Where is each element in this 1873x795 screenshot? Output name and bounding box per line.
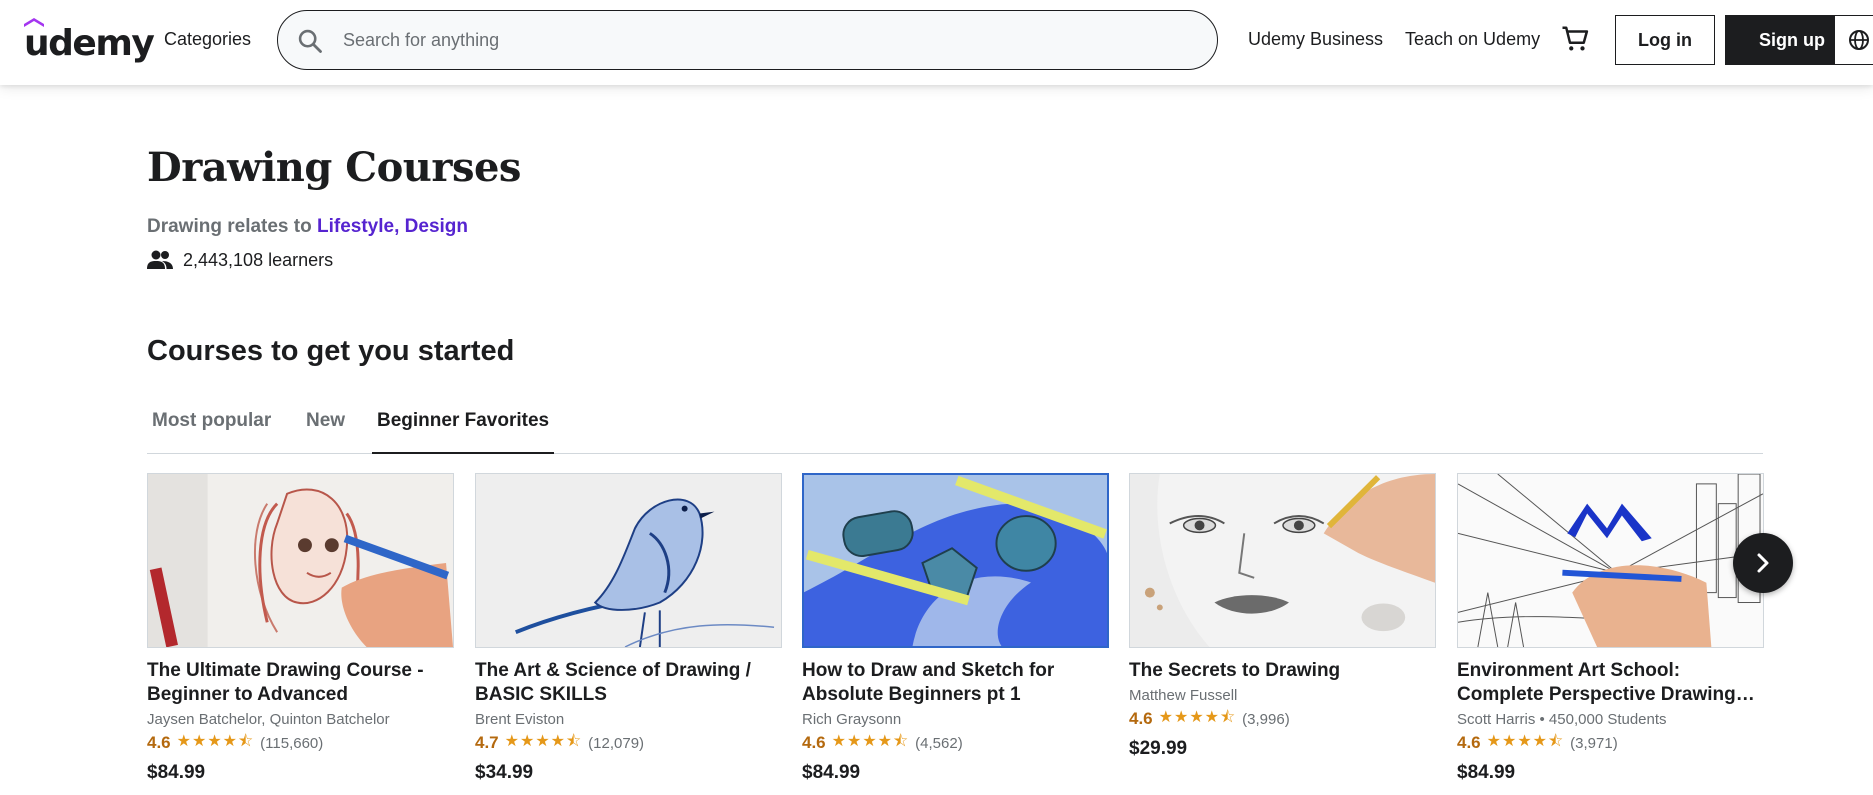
course-rating: 4.6 ★★★★⯪ (3,996) (1129, 706, 1436, 730)
star-rating-icon: ★★★★⯪ (831, 730, 910, 750)
star-rating-icon: ★★★★⯪ (504, 730, 583, 750)
search-icon[interactable] (296, 27, 324, 55)
course-price: $29.99 (1129, 738, 1188, 759)
course-author: Brent Eviston (475, 711, 565, 728)
rating-value: 4.6 (147, 733, 171, 752)
globe-icon (1849, 30, 1869, 50)
course-title[interactable]: The Secrets to Drawing (1129, 659, 1436, 683)
language-button[interactable] (1834, 15, 1873, 65)
learners-text: 2,443,108 learners (183, 249, 334, 270)
logo-hat-icon (24, 18, 44, 27)
search-bar[interactable] (277, 10, 1218, 70)
related-topic-design[interactable]: Design (405, 216, 468, 237)
rating-count: (3,996) (1242, 710, 1290, 728)
course-title[interactable]: Environment Art School: Complete Perspec… (1457, 659, 1764, 707)
rating-value: 4.7 (475, 733, 499, 752)
course-author: Matthew Fussell (1129, 687, 1238, 704)
learners-count: 2,443,108 learners (147, 249, 333, 271)
course-thumbnail[interactable] (475, 473, 782, 648)
chevron-right-icon (1757, 553, 1769, 573)
page-title: Drawing Courses (147, 144, 521, 191)
section-title: Courses to get you started (147, 335, 515, 367)
related-topic-lifestyle[interactable]: Lifestyle (317, 216, 394, 237)
relates-prefix: Drawing relates to (147, 216, 312, 237)
course-card[interactable]: The Ultimate Drawing Course - Beginner t… (147, 473, 454, 784)
star-rating-icon: ★★★★⯪ (1486, 730, 1565, 750)
rating-value: 4.6 (1457, 733, 1481, 752)
course-title[interactable]: How to Draw and Sketch for Absolute Begi… (802, 659, 1109, 707)
rating-count: (3,971) (1570, 734, 1618, 752)
people-icon (147, 250, 173, 269)
relates-to-line: Drawing relates to Lifestyle, Design (147, 216, 469, 237)
course-thumbnail[interactable] (147, 473, 454, 648)
course-tabs: Most popular New Beginner Favorites (147, 400, 1763, 454)
course-rating: 4.7 ★★★★⯪ (12,079) (475, 730, 782, 754)
rating-count: (12,079) (588, 734, 645, 752)
course-price: $34.99 (475, 762, 534, 783)
course-thumbnail[interactable] (802, 473, 1109, 648)
course-rating: 4.6 ★★★★⯪ (4,562) (802, 730, 1109, 754)
search-input[interactable] (343, 11, 1203, 69)
tab-beginner-favorites[interactable]: Beginner Favorites (372, 400, 555, 454)
top-header: udemy Categories Udemy Business Teach on… (0, 0, 1873, 85)
star-rating-icon: ★★★★⯪ (176, 730, 255, 750)
teach-on-udemy-link[interactable]: Teach on Udemy (1405, 29, 1540, 50)
udemy-business-link[interactable]: Udemy Business (1248, 29, 1383, 50)
course-author: Rich Graysonn (802, 711, 902, 728)
tab-new[interactable]: New (301, 400, 350, 454)
course-rating: 4.6 ★★★★⯪ (3,971) (1457, 730, 1764, 754)
course-card[interactable]: How to Draw and Sketch for Absolute Begi… (802, 473, 1109, 784)
carousel-next-button[interactable] (1733, 533, 1793, 593)
course-author: Scott Harris • 450,000 Students (1457, 711, 1667, 728)
star-rating-icon: ★★★★⯪ (1158, 706, 1237, 726)
login-button[interactable]: Log in (1615, 15, 1715, 65)
course-thumbnail[interactable] (1129, 473, 1436, 648)
rating-value: 4.6 (802, 733, 826, 752)
course-price: $84.99 (802, 762, 861, 783)
course-author: Jaysen Batchelor, Quinton Batchelor (147, 711, 390, 728)
tab-most-popular[interactable]: Most popular (147, 400, 276, 454)
course-card[interactable]: Environment Art School: Complete Perspec… (1457, 473, 1764, 784)
rating-count: (115,660) (260, 734, 324, 752)
course-card[interactable]: The Secrets to Drawing Matthew Fussell 4… (1129, 473, 1436, 760)
categories-link[interactable]: Categories (164, 29, 251, 50)
course-price: $84.99 (147, 762, 206, 783)
course-card[interactable]: The Art & Science of Drawing / BASIC SKI… (475, 473, 782, 784)
course-thumbnail[interactable] (1457, 473, 1764, 648)
rating-count: (4,562) (915, 734, 963, 752)
cart-icon[interactable] (1560, 24, 1590, 54)
course-title[interactable]: The Art & Science of Drawing / BASIC SKI… (475, 659, 782, 707)
rating-value: 4.6 (1129, 709, 1153, 728)
course-price: $84.99 (1457, 762, 1516, 783)
course-title[interactable]: The Ultimate Drawing Course - Beginner t… (147, 659, 454, 707)
udemy-logo[interactable]: udemy (24, 18, 155, 62)
course-rating: 4.6 ★★★★⯪ (115,660) (147, 730, 454, 754)
